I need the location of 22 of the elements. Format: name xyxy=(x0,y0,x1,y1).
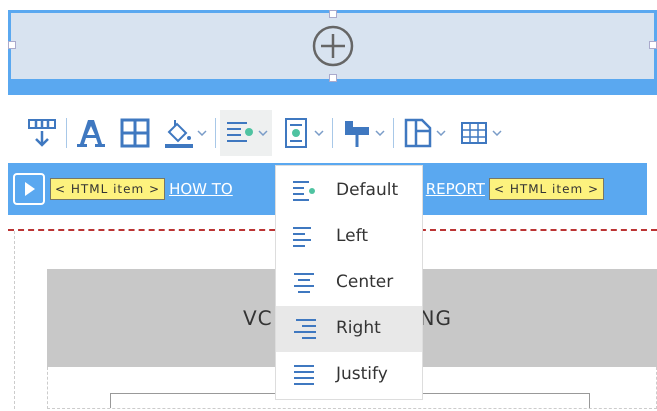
add-icon[interactable] xyxy=(310,24,354,68)
align-button[interactable] xyxy=(220,110,272,156)
resize-handle[interactable] xyxy=(8,41,16,49)
fill-icon xyxy=(163,117,195,149)
caret-icon xyxy=(492,130,502,136)
html-item-tag[interactable]: < HTML item > xyxy=(488,178,604,200)
caret-icon xyxy=(436,130,446,136)
font-icon xyxy=(75,117,107,149)
caret-icon xyxy=(197,130,207,136)
insert-row-icon xyxy=(26,117,58,149)
caret-icon xyxy=(375,130,385,136)
html-item-tag[interactable]: < HTML item > xyxy=(50,178,166,200)
table-icon xyxy=(119,117,151,149)
caret-icon xyxy=(314,130,324,136)
resize-handle[interactable] xyxy=(649,41,657,49)
page-icon xyxy=(402,117,434,149)
caret-icon xyxy=(258,130,268,136)
resize-handle[interactable] xyxy=(328,10,336,18)
header-text: VC xyxy=(243,305,273,332)
video-icon[interactable] xyxy=(12,172,46,206)
menu-item[interactable]: Right xyxy=(276,306,422,352)
resize-handle[interactable] xyxy=(328,74,336,82)
